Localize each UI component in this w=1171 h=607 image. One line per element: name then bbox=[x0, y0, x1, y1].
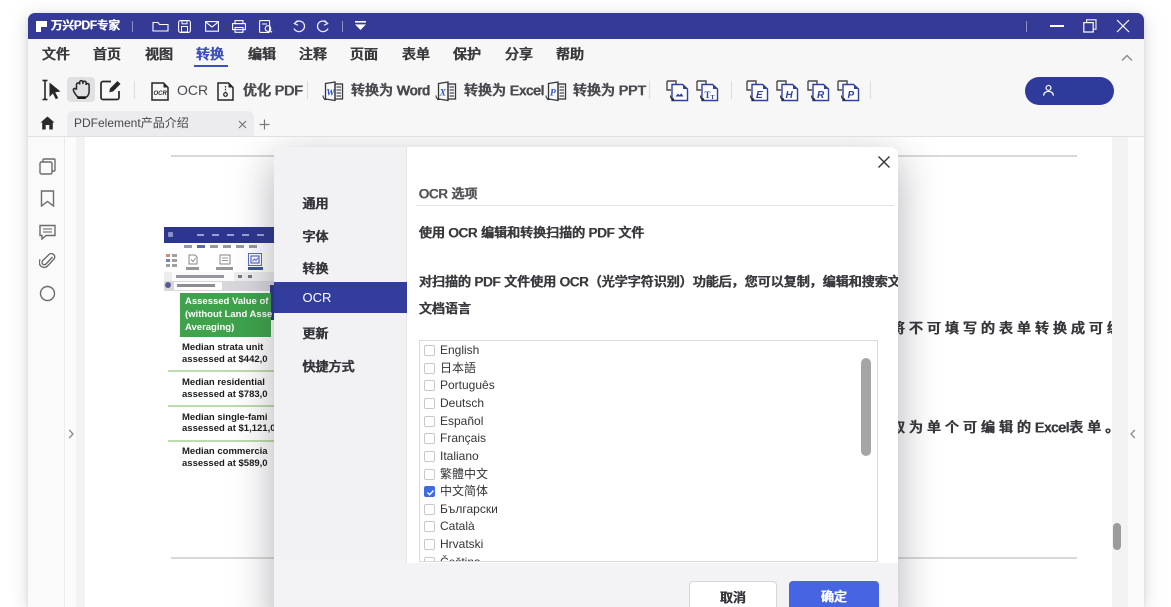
svg-text:R: R bbox=[817, 90, 825, 101]
svg-text:E: E bbox=[756, 90, 763, 101]
svg-text:P: P bbox=[848, 90, 855, 101]
svg-text:X: X bbox=[439, 89, 447, 99]
svg-text:P: P bbox=[550, 89, 556, 99]
svg-text:T: T bbox=[711, 95, 715, 101]
svg-text:W: W bbox=[326, 89, 335, 99]
svg-text:H: H bbox=[786, 90, 794, 101]
svg-text:OCR: OCR bbox=[154, 91, 168, 97]
